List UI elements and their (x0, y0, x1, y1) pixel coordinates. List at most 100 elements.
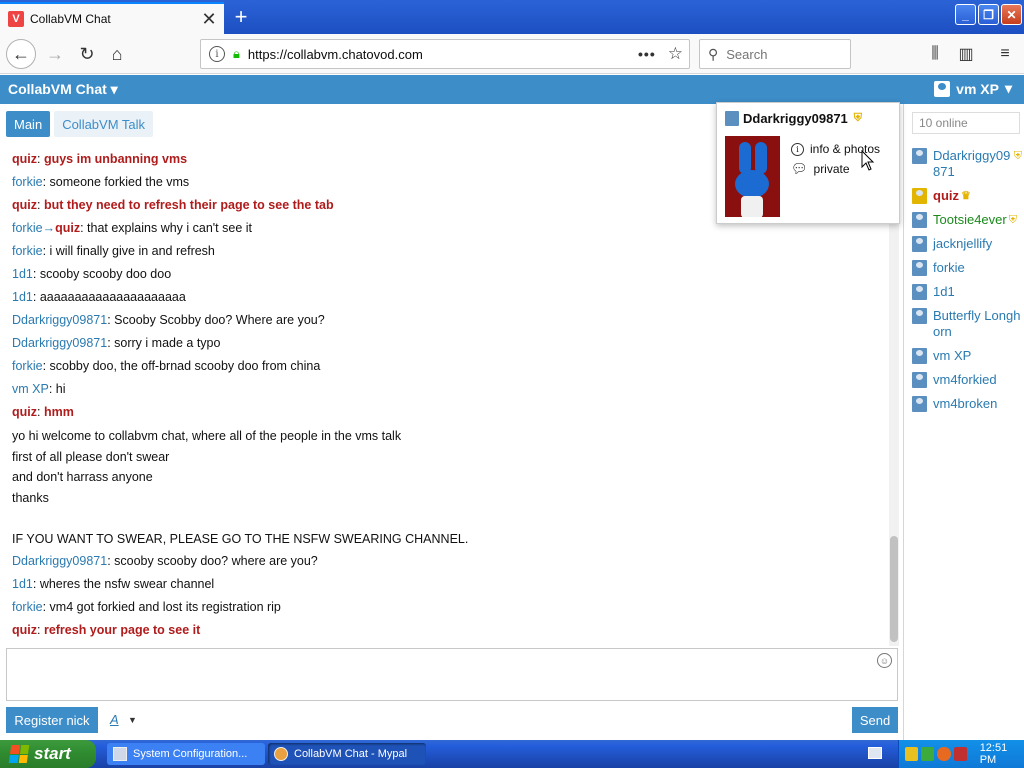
user-icon (912, 372, 927, 388)
message-author[interactable]: quiz (12, 623, 37, 637)
separator: : (37, 405, 44, 419)
user-avatar[interactable] (725, 136, 780, 217)
message-author[interactable]: forkie (12, 221, 43, 235)
browser-tab[interactable]: V CollabVM Chat ✕ (0, 2, 224, 34)
search-tray-icon[interactable] (937, 747, 951, 761)
info-icon: i (791, 142, 804, 156)
message-author[interactable]: forkie (12, 244, 43, 258)
user-list-item[interactable]: vm4broken (912, 396, 1022, 412)
taskbar-item-system-configuration[interactable]: System Configuration... (107, 743, 265, 765)
maximize-button[interactable]: ❐ (978, 4, 999, 25)
chevron-down-icon[interactable]: ▼ (128, 715, 137, 725)
message-author[interactable]: quiz (12, 405, 37, 419)
site-info-icon[interactable]: i (209, 46, 225, 62)
security-shield-icon[interactable] (905, 747, 919, 761)
reload-button[interactable]: ↻ (72, 39, 102, 69)
user-list-item[interactable]: Butterfly Longhorn (912, 308, 1022, 340)
message-author[interactable]: forkie (12, 175, 43, 189)
new-tab-button[interactable]: + (228, 4, 254, 30)
user-icon (912, 260, 927, 276)
message-author[interactable]: 1d1 (12, 267, 33, 281)
notice-line: and don't harrass anyone (12, 470, 153, 484)
start-button[interactable]: start (0, 740, 96, 768)
minimize-button[interactable]: _ (955, 4, 976, 25)
close-window-button[interactable]: ✕ (1001, 4, 1022, 25)
user-list-item[interactable]: Tootsie4ever ⛨ (912, 212, 1022, 228)
message-author[interactable]: 1d1 (12, 577, 33, 591)
chevron-down-icon: ▾ (1004, 80, 1012, 96)
current-user-name: vm XP (956, 80, 999, 97)
keyboard-layout-icon[interactable] (868, 747, 882, 759)
chat-message: Ddarkriggy09871: scooby scooby doo? wher… (12, 550, 882, 573)
text-format-button[interactable]: A (110, 712, 119, 727)
search-input[interactable] (726, 46, 837, 62)
page-actions-icon[interactable]: ••• (638, 46, 656, 62)
taskbar-item-label: System Configuration... (133, 748, 248, 760)
bookmark-star-icon[interactable]: ☆ (668, 44, 683, 64)
back-button[interactable]: ← (6, 39, 36, 69)
message-author[interactable]: Ddarkriggy09871 (12, 313, 107, 327)
user-menu[interactable]: vm XP ▾ (934, 80, 1012, 97)
system-tray: 12:51 PM (898, 740, 1024, 768)
private-arrow-icon: → (42, 221, 56, 235)
message-input[interactable]: ☺ (6, 648, 898, 701)
notice-line (12, 508, 882, 529)
separator: : (32, 290, 40, 304)
message-author[interactable]: forkie (12, 600, 43, 614)
home-button[interactable]: ⌂ (102, 39, 132, 69)
app-title-dropdown[interactable]: CollabVM Chat ▾ (8, 81, 118, 98)
browser-tab-strip: V CollabVM Chat ✕ + _ ❐ ✕ (0, 0, 1024, 34)
message-text: refresh your page to see it (43, 622, 201, 637)
message-author[interactable]: Ddarkriggy09871 (12, 554, 107, 568)
windows-logo-icon (8, 745, 30, 763)
user-list-item[interactable]: jacknjellify (912, 236, 1022, 252)
user-list-item[interactable]: vm4forkied (912, 372, 1022, 388)
start-label: start (34, 744, 71, 763)
send-button[interactable]: Send (852, 707, 898, 733)
app-title: CollabVM Chat (8, 81, 107, 97)
separator: : (42, 359, 50, 373)
tab-main[interactable]: Main (6, 111, 51, 137)
message-author[interactable]: 1d1 (12, 290, 33, 304)
message-author[interactable]: vm XP (12, 382, 49, 396)
user-list-item[interactable]: 1d1 (912, 284, 1022, 300)
smiley-icon[interactable]: ☺ (877, 653, 892, 668)
scrollbar-thumb[interactable] (890, 536, 898, 642)
menu-icon[interactable]: ≡ (990, 39, 1020, 69)
user-list-item[interactable]: vm XP (912, 348, 1022, 364)
shield-icon: ⛨ (1008, 214, 1017, 226)
close-tab-icon[interactable]: ✕ (198, 8, 220, 30)
alert-icon[interactable] (953, 747, 967, 761)
message-author[interactable]: Ddarkriggy09871 (12, 336, 107, 350)
popup-user-name[interactable]: Ddarkriggy09871 (743, 111, 848, 126)
chat-message: quiz: refresh your page to see it (12, 619, 882, 642)
message-recipient[interactable]: quiz (55, 221, 80, 235)
user-list-item[interactable]: forkie (912, 260, 1022, 276)
library-icon[interactable]: ⫼ (920, 39, 950, 69)
tab-title: CollabVM Chat (30, 12, 111, 26)
notice-line: thanks (12, 490, 49, 505)
forward-button[interactable]: → (40, 39, 70, 69)
message-text: i will finally give in and refresh (49, 244, 215, 258)
taskbar-item-mypal[interactable]: CollabVM Chat - Mypal (268, 743, 426, 765)
browser-toolbar: ← → ↻ ⌂ i 🔒︎ https://collabvm.chatovod.c… (0, 34, 1024, 74)
tab-collabvm-talk[interactable]: CollabVM Talk (54, 111, 154, 137)
search-box[interactable]: ⚲ (699, 39, 851, 69)
address-bar[interactable]: i 🔒︎ https://collabvm.chatovod.com ••• ☆ (200, 39, 690, 69)
message-text: that explains why i can't see it (87, 221, 253, 235)
register-nick-button[interactable]: Register nick (6, 707, 98, 733)
message-text: wheres the nsfw swear channel (39, 576, 215, 591)
sidebar-toggle-icon[interactable]: ▥ (951, 39, 981, 69)
message-author[interactable]: forkie (12, 359, 43, 373)
user-list-item[interactable]: Ddarkriggy09871 ⛨ (912, 148, 1022, 180)
notice-line: IF YOU WANT TO SWEAR, PLEASE GO TO THE N… (12, 532, 469, 546)
online-count: 10 online (912, 112, 1020, 134)
message-author[interactable]: quiz (12, 152, 37, 166)
user-list-item[interactable]: quiz ♛ (912, 188, 1022, 204)
url-text[interactable]: https://collabvm.chatovod.com (248, 47, 638, 62)
message-text: aaaaaaaaaaaaaaaaaaaaa (39, 290, 186, 304)
message-text: Scooby Scobby doo? Where are you? (114, 313, 325, 327)
message-text: hmm (43, 405, 74, 419)
network-icon[interactable] (921, 747, 935, 761)
message-author[interactable]: quiz (12, 198, 37, 212)
